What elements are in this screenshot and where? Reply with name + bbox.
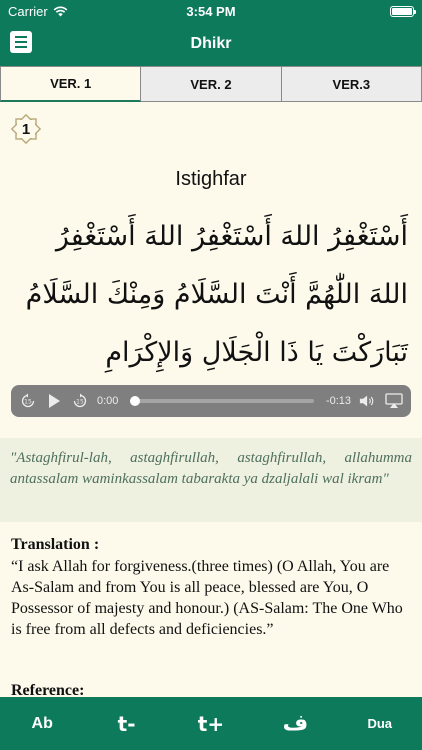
current-time: 0:00: [97, 395, 119, 407]
dhikr-title: Istighfar: [175, 168, 247, 190]
skip-back-15-icon: 15: [21, 393, 35, 408]
arabic-toggle-button[interactable]: ف: [260, 711, 330, 736]
translation-text: “I ask Allah for forgiveness.(three time…: [11, 558, 403, 638]
dua-button[interactable]: Dua: [345, 716, 415, 731]
hamburger-icon: [15, 36, 27, 38]
skip-forward-button[interactable]: 15: [71, 392, 89, 410]
remaining-time: -0:13: [325, 395, 351, 407]
skip-forward-seconds: 15: [76, 399, 84, 406]
progress-slider[interactable]: [130, 396, 314, 406]
nav-bar: Dhikr: [0, 22, 422, 66]
wifi-icon: [53, 6, 68, 16]
bottom-toolbar: Ab t- t+ ف Dua: [0, 697, 422, 750]
font-style-button[interactable]: Ab: [7, 715, 77, 733]
carrier-label: Carrier: [8, 3, 48, 19]
font-increase-button[interactable]: t+: [176, 712, 246, 736]
menu-button[interactable]: [10, 31, 32, 53]
translation-heading: Translation :: [11, 536, 100, 553]
tab-ver-2[interactable]: VER. 2: [141, 66, 282, 102]
progress-knob[interactable]: [130, 396, 141, 406]
skip-back-button[interactable]: 15: [19, 392, 37, 410]
play-icon: [49, 394, 60, 408]
airplay-icon: [385, 393, 403, 408]
volume-button[interactable]: [359, 392, 377, 410]
dhikr-number: 1: [21, 120, 31, 138]
tab-ver-1[interactable]: VER. 1: [0, 66, 142, 102]
audio-player: 15 15 0:00 -0:13: [11, 385, 411, 417]
tab-ver-3[interactable]: VER.3: [281, 66, 422, 102]
dhikr-number-badge: 1: [9, 112, 43, 146]
status-bar: Carrier 3:54 PM: [0, 0, 422, 22]
battery-icon: [390, 5, 416, 17]
version-tabs: VER. 1 VER. 2 VER.3: [0, 66, 422, 102]
arabic-text: أَسْتَغْفِرُ اللهَ أَسْتَغْفِرُ اللهَ أَ…: [25, 221, 408, 368]
speaker-icon: [359, 395, 374, 407]
play-button[interactable]: [45, 392, 63, 410]
transliteration-text: "Astaghfirul-lah, astaghfirullah, astagh…: [0, 438, 422, 522]
font-decrease-button[interactable]: t-: [92, 712, 162, 736]
status-time: 3:54 PM: [186, 3, 236, 19]
translation-section: Translation : “I ask Allah for forgivene…: [11, 534, 411, 640]
skip-back-seconds: 15: [24, 399, 32, 406]
page-title: Dhikr: [190, 35, 232, 52]
skip-forward-15-icon: 15: [73, 393, 87, 408]
airplay-button[interactable]: [385, 392, 403, 410]
